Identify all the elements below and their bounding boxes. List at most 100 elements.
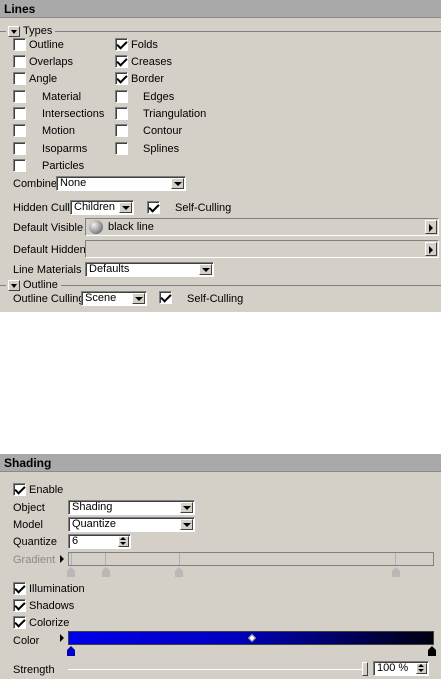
contour-label: Contour bbox=[143, 125, 183, 137]
color-gradient-bar[interactable] bbox=[68, 631, 434, 645]
border-label: Border bbox=[131, 73, 165, 85]
collapse-arrow-icon[interactable] bbox=[8, 25, 20, 37]
dropdown-arrow-icon[interactable] bbox=[132, 293, 145, 304]
overlaps-checkbox[interactable] bbox=[13, 55, 26, 68]
default-visible-field[interactable]: black line bbox=[85, 218, 439, 236]
dropdown-arrow-icon[interactable] bbox=[180, 519, 193, 530]
default-visible-value: black line bbox=[108, 221, 154, 233]
outline-checkbox[interactable] bbox=[13, 38, 26, 51]
enable-checkbox[interactable] bbox=[13, 483, 26, 496]
gradient-label: Gradient bbox=[13, 554, 56, 566]
line-materials-label: Line Materials bbox=[13, 264, 82, 276]
strength-slider-thumb[interactable] bbox=[362, 662, 368, 676]
self-culling-label: Self-Culling bbox=[175, 202, 232, 214]
border-checkbox[interactable] bbox=[115, 72, 128, 85]
object-label: Object bbox=[13, 502, 45, 514]
line-materials-dropdown[interactable]: Defaults bbox=[85, 262, 214, 277]
edges-label: Edges bbox=[143, 91, 175, 103]
model-dropdown[interactable]: Quantize bbox=[68, 517, 195, 532]
color-label: Color bbox=[13, 635, 40, 647]
color-knot-icon[interactable] bbox=[67, 646, 75, 656]
triangulation-label: Triangulation bbox=[143, 108, 207, 120]
outline-culling-value: Scene bbox=[85, 292, 117, 304]
isoparms-checkbox[interactable] bbox=[13, 142, 26, 155]
types-section-header: Types bbox=[0, 25, 441, 37]
gradient-knot-icon[interactable] bbox=[392, 567, 400, 577]
outline-self-culling-label: Self-Culling bbox=[187, 293, 244, 305]
material-label: Material bbox=[42, 91, 82, 103]
edges-checkbox[interactable] bbox=[115, 90, 128, 103]
outline-self-culling-checkbox[interactable] bbox=[159, 291, 172, 304]
material-checkbox[interactable] bbox=[13, 90, 26, 103]
isoparms-label: Isoparms bbox=[42, 143, 88, 155]
colorize-label: Colorize bbox=[29, 617, 70, 629]
expand-right-icon[interactable] bbox=[425, 220, 437, 234]
motion-checkbox[interactable] bbox=[13, 124, 26, 137]
lines-panel: Lines Types Outline Overlaps Angle Mater… bbox=[0, 0, 441, 312]
gradient-bar[interactable] bbox=[68, 552, 434, 566]
model-value: Quantize bbox=[72, 518, 117, 530]
strength-stepper[interactable]: 100 % bbox=[373, 661, 429, 676]
dropdown-arrow-icon[interactable] bbox=[119, 202, 132, 213]
particles-checkbox[interactable] bbox=[13, 159, 26, 172]
splines-label: Splines bbox=[143, 143, 180, 155]
dropdown-arrow-icon[interactable] bbox=[171, 178, 184, 189]
shading-panel: Shading Enable Object Shading Model Quan… bbox=[0, 454, 441, 679]
sphere-material-icon bbox=[89, 220, 103, 234]
combine-value: None bbox=[60, 177, 87, 189]
gradient-knot-icon[interactable] bbox=[102, 567, 110, 577]
splines-checkbox[interactable] bbox=[115, 142, 128, 155]
outline-culling-dropdown[interactable]: Scene bbox=[81, 291, 147, 306]
color-knot-icon[interactable] bbox=[428, 646, 436, 656]
enable-label: Enable bbox=[29, 484, 64, 496]
default-hidden-field[interactable] bbox=[85, 240, 439, 258]
expand-right-icon[interactable] bbox=[60, 634, 64, 642]
types-section-label: Types bbox=[23, 25, 53, 37]
dropdown-arrow-icon[interactable] bbox=[180, 502, 193, 513]
creases-label: Creases bbox=[131, 56, 172, 68]
dropdown-arrow-icon[interactable] bbox=[199, 264, 212, 275]
motion-label: Motion bbox=[42, 125, 76, 137]
lines-panel-title: Lines bbox=[0, 0, 441, 18]
outline-label: Outline bbox=[29, 39, 64, 51]
hidden-cull-value: Children bbox=[74, 201, 115, 213]
gradient-knot-icon[interactable] bbox=[67, 567, 75, 577]
object-dropdown[interactable]: Shading bbox=[68, 500, 195, 515]
angle-label: Angle bbox=[29, 73, 58, 85]
quantize-stepper[interactable]: 6 bbox=[68, 534, 131, 549]
hidden-cull-label: Hidden Cull bbox=[13, 202, 70, 214]
overlaps-label: Overlaps bbox=[29, 56, 74, 68]
folds-checkbox[interactable] bbox=[115, 38, 128, 51]
default-visible-label: Default Visible bbox=[13, 222, 84, 234]
expand-right-icon[interactable] bbox=[60, 555, 64, 563]
outline-section-header: Outline bbox=[0, 279, 441, 291]
quantize-value: 6 bbox=[72, 535, 79, 547]
contour-checkbox[interactable] bbox=[115, 124, 128, 137]
combine-label: Combine bbox=[13, 178, 58, 190]
self-culling-checkbox[interactable] bbox=[147, 201, 160, 214]
spinner-icon[interactable] bbox=[416, 663, 427, 674]
hidden-cull-dropdown[interactable]: Children bbox=[70, 200, 134, 215]
collapse-arrow-icon[interactable] bbox=[8, 279, 20, 291]
combine-dropdown[interactable]: None bbox=[56, 176, 186, 191]
triangulation-checkbox[interactable] bbox=[115, 107, 128, 120]
expand-right-icon[interactable] bbox=[425, 242, 437, 256]
gradient-midpoint-icon[interactable] bbox=[247, 633, 257, 643]
outline-culling-label: Outline Culling bbox=[13, 293, 85, 305]
gradient-knot-icon[interactable] bbox=[175, 567, 183, 577]
strength-slider-track[interactable] bbox=[68, 669, 368, 670]
strength-label: Strength bbox=[13, 664, 55, 676]
particles-label: Particles bbox=[42, 160, 85, 172]
shadows-label: Shadows bbox=[29, 600, 75, 612]
angle-checkbox[interactable] bbox=[13, 72, 26, 85]
intersections-checkbox[interactable] bbox=[13, 107, 26, 120]
line-materials-value: Defaults bbox=[89, 263, 130, 275]
strength-value: 100 % bbox=[377, 662, 409, 674]
spinner-icon[interactable] bbox=[118, 536, 129, 547]
illumination-checkbox[interactable] bbox=[13, 582, 26, 595]
shading-panel-title: Shading bbox=[0, 454, 441, 472]
illumination-label: Illumination bbox=[29, 583, 85, 595]
colorize-checkbox[interactable] bbox=[13, 616, 26, 629]
creases-checkbox[interactable] bbox=[115, 55, 128, 68]
shadows-checkbox[interactable] bbox=[13, 599, 26, 612]
